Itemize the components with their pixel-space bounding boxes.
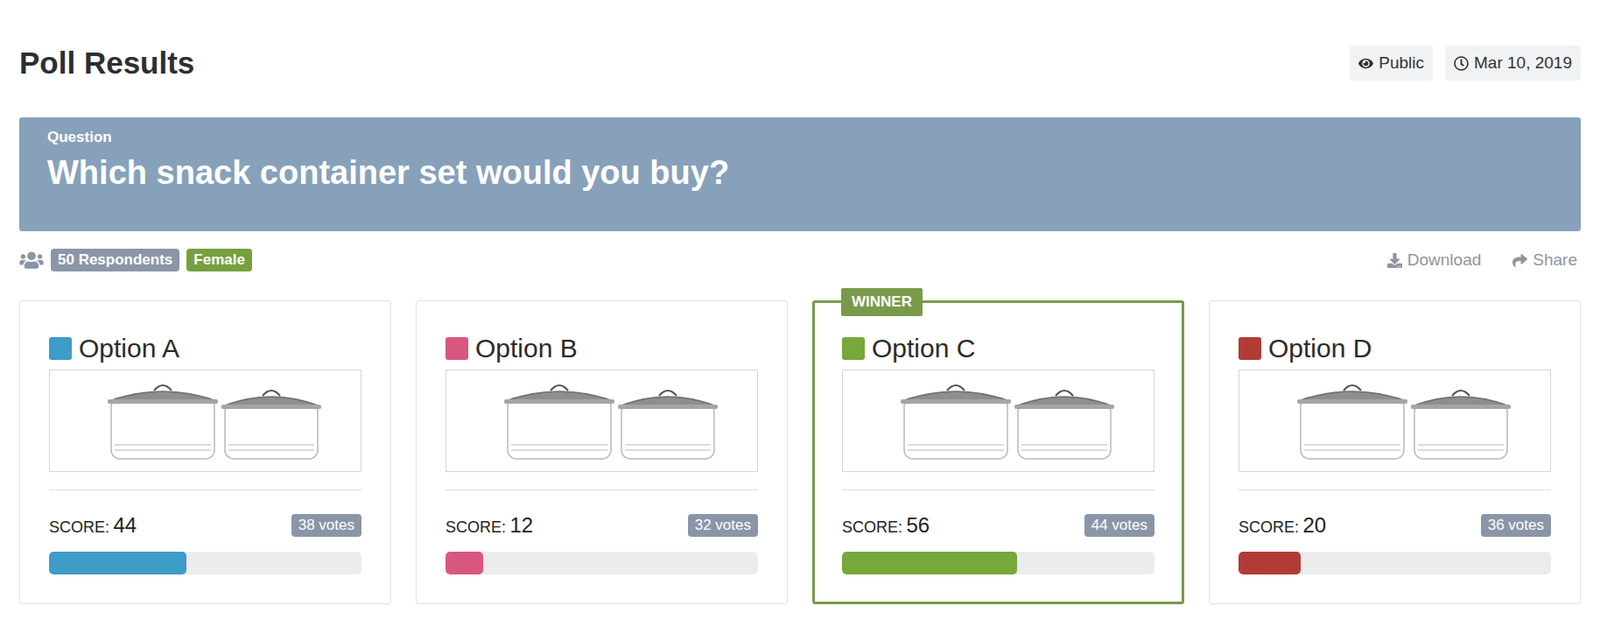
votes-badge: 36 votes <box>1480 513 1551 537</box>
score-row: SCORE: 44 38 votes <box>49 509 362 541</box>
product-image <box>1238 369 1551 472</box>
download-button[interactable]: Download <box>1387 247 1482 274</box>
votes-badge: 44 votes <box>1084 513 1155 537</box>
score-row: SCORE: 20 36 votes <box>1238 509 1551 541</box>
meta-badge: Public <box>1349 45 1433 81</box>
option-card: Option D SCORE: 20 36 votes <box>1208 300 1581 604</box>
filter-row: 50 RespondentsFemale Download Share <box>19 246 1581 274</box>
divider <box>1238 489 1551 491</box>
divider <box>842 489 1155 491</box>
share-icon <box>1512 252 1528 268</box>
score-bar-fill <box>842 551 1018 575</box>
filter-badge: Female <box>186 248 253 272</box>
winner-badge: WINNER <box>841 287 923 316</box>
filter-badge: 50 Respondents <box>50 248 180 272</box>
score: SCORE: 44 <box>49 509 137 541</box>
option-color-swatch <box>1238 336 1262 360</box>
score-bar <box>1238 551 1551 575</box>
divider <box>445 489 758 491</box>
score: SCORE: 12 <box>445 509 534 541</box>
votes-badge: 38 votes <box>291 513 362 537</box>
score: SCORE: 56 <box>842 509 930 541</box>
canister-set-icon <box>74 372 337 470</box>
option-title: Option D <box>1238 332 1551 365</box>
options-grid: Option A SCORE: 44 38 votes Option B SCORE: … <box>19 300 1581 604</box>
canister-set-icon <box>470 372 734 470</box>
share-button[interactable]: Share <box>1512 247 1578 274</box>
product-image <box>49 369 362 472</box>
score-bar-fill <box>49 551 187 575</box>
option-title: Option C <box>842 332 1155 365</box>
clock-icon <box>1453 56 1469 71</box>
question-box: Question Which snack container set would … <box>19 117 1581 232</box>
canister-set-icon <box>1263 372 1527 470</box>
option-card: Option A SCORE: 44 38 votes <box>19 300 392 604</box>
option-color-swatch <box>842 336 865 360</box>
option-title: Option B <box>445 332 758 365</box>
header: Poll Results Public Mar 10, 2019 <box>19 43 1581 83</box>
product-image <box>842 369 1155 472</box>
score: SCORE: 20 <box>1238 509 1327 541</box>
score-bar-fill <box>1238 551 1301 575</box>
question-text: Which snack container set would you buy? <box>47 152 1553 193</box>
divider <box>49 489 362 491</box>
votes-badge: 32 votes <box>687 513 758 537</box>
option-card: Option B SCORE: 12 32 votes <box>415 300 788 604</box>
download-icon <box>1387 252 1403 268</box>
page-title: Poll Results <box>19 43 195 83</box>
canister-set-icon <box>867 372 1130 470</box>
option-title: Option A <box>49 332 362 365</box>
eye-icon <box>1358 56 1374 71</box>
poll-results-page: Poll Results Public Mar 10, 2019 Question Wh… <box>0 0 1600 620</box>
score-bar <box>49 551 362 575</box>
meta-badge: Mar 10, 2019 <box>1445 45 1581 81</box>
product-image <box>445 369 758 472</box>
score-bar-fill <box>445 551 484 575</box>
users-icon <box>19 250 44 270</box>
option-color-swatch <box>49 336 72 360</box>
score-row: SCORE: 56 44 votes <box>842 509 1155 541</box>
question-label: Question <box>47 127 1553 148</box>
score-row: SCORE: 12 32 votes <box>445 509 758 541</box>
option-color-swatch <box>445 336 469 360</box>
option-card: WINNEROption CSCORE: 5644 votes <box>812 300 1185 604</box>
score-bar <box>445 551 758 575</box>
score-bar <box>842 551 1155 575</box>
